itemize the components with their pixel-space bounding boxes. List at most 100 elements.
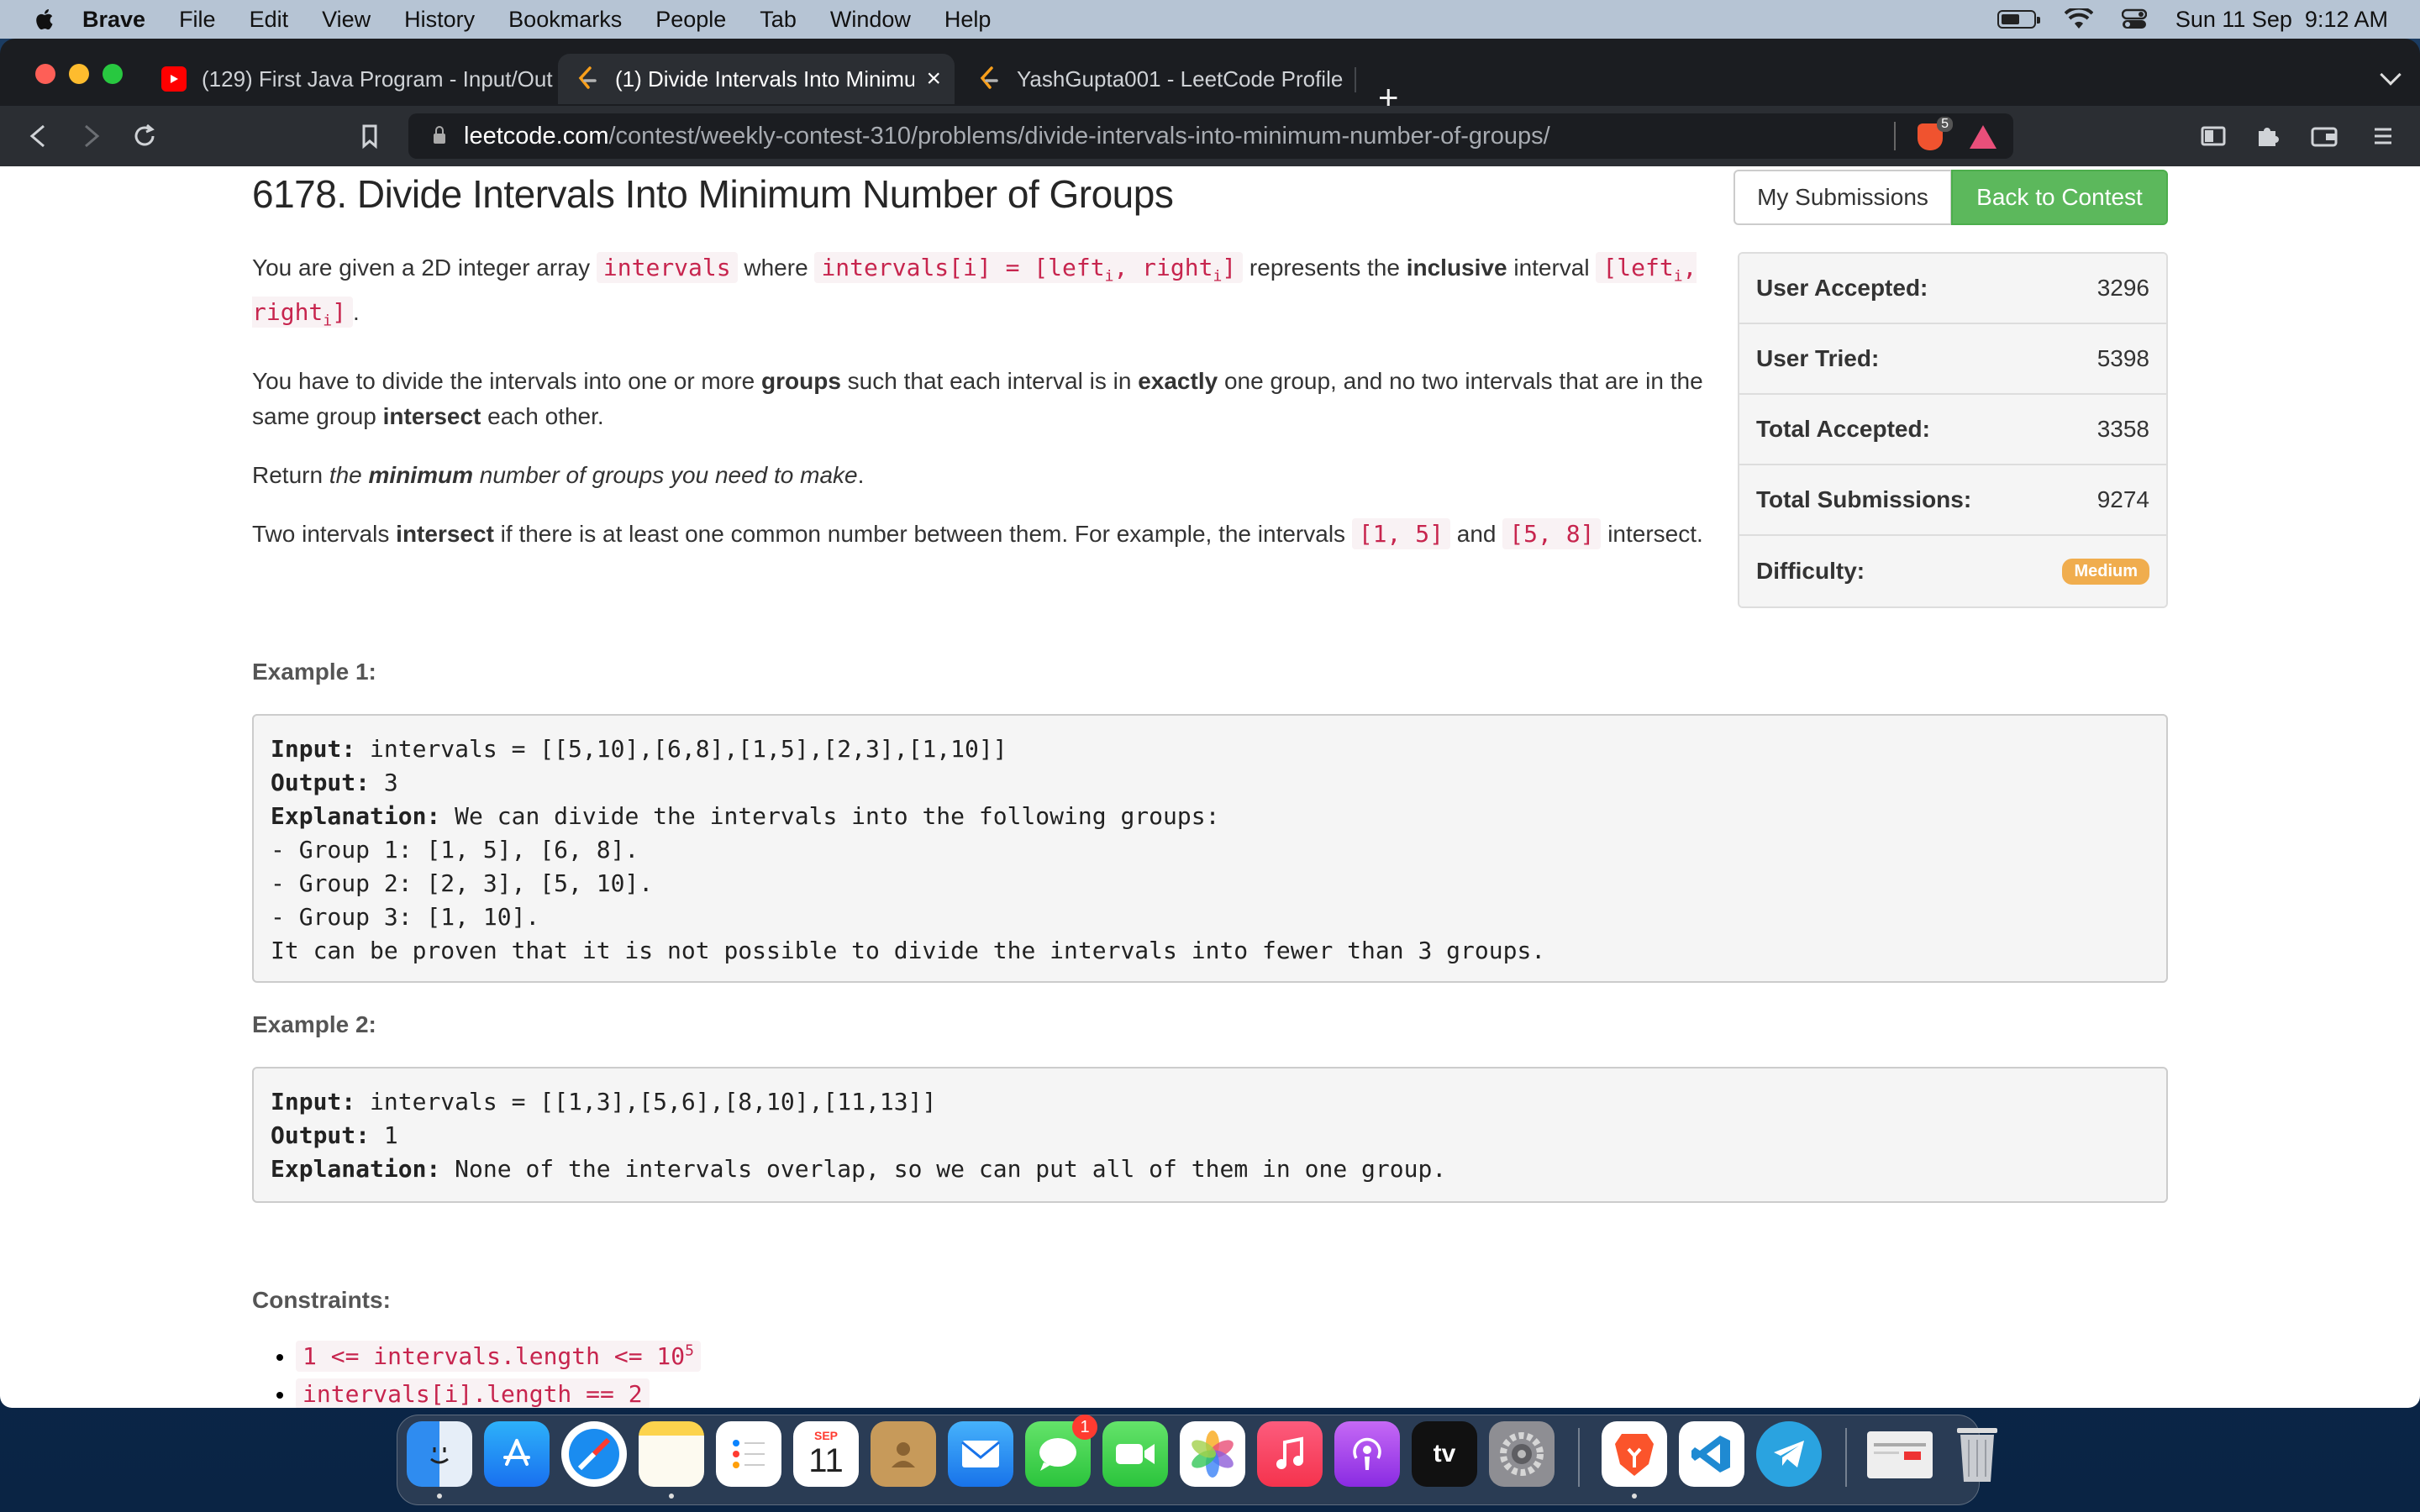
control-center-icon[interactable] — [2121, 8, 2147, 30]
constraint-item: intervals[i].length == 2 — [296, 1378, 701, 1408]
stat-label: User Tried: — [1756, 345, 1880, 371]
recent-document-thumbnail[interactable] — [1867, 1431, 1933, 1478]
youtube-icon — [161, 66, 187, 92]
menu-file[interactable]: File — [179, 7, 216, 33]
finder-icon[interactable] — [407, 1421, 472, 1487]
stat-label: User Accepted: — [1756, 275, 1928, 301]
calendar-day: 11 — [808, 1442, 844, 1479]
extensions-icon[interactable] — [2252, 121, 2282, 151]
browser-tab-bar: (129) First Java Program - Input/Output … — [0, 39, 2420, 115]
vscode-icon[interactable] — [1679, 1421, 1744, 1487]
tab-leetcode-problem[interactable]: (1) Divide Intervals Into Minimum × — [558, 54, 955, 104]
tab-youtube[interactable]: (129) First Java Program - Input/Output — [145, 54, 553, 104]
paragraph-4: Two intervals intersect if there is at l… — [252, 518, 1703, 550]
system-preferences-icon[interactable] — [1489, 1421, 1555, 1487]
apple-tv-label: tv — [1433, 1440, 1456, 1467]
page-content: 6178. Divide Intervals Into Minimum Numb… — [0, 166, 2420, 1408]
calendar-month: SEP — [813, 1429, 838, 1442]
apple-tv-icon[interactable]: tv — [1412, 1421, 1477, 1487]
problem-description: You are given a 2D integer array interva… — [252, 250, 1723, 575]
paragraph-1: You are given a 2D integer array interva… — [252, 252, 1697, 330]
close-tab-icon[interactable]: × — [926, 65, 941, 93]
menu-bar: Brave File Edit View History Bookmarks P… — [0, 0, 2420, 39]
app-store-icon[interactable] — [484, 1421, 550, 1487]
stat-value: 5398 — [2096, 345, 2149, 371]
brave-browser-icon[interactable] — [1602, 1421, 1667, 1487]
reminders-icon[interactable] — [716, 1421, 781, 1487]
inline-code: [1, 5] — [1351, 518, 1450, 550]
tab-separator — [1355, 67, 1356, 92]
paragraph-3: Return the minimum number of groups you … — [252, 462, 865, 489]
url-separator — [1894, 122, 1896, 150]
dock-running-indicator — [669, 1494, 674, 1499]
menubar-clock[interactable]: Sun 11 Sep 9:12 AM — [2175, 7, 2388, 33]
example-1-heading: Example 1: — [252, 659, 376, 685]
stat-row-user-accepted: User Accepted: 3296 — [1739, 254, 2166, 324]
difficulty-badge: Medium — [2062, 558, 2149, 585]
paragraph-2: You have to divide the intervals into on… — [252, 368, 1703, 430]
inline-code: intervals — [596, 252, 738, 283]
reload-icon[interactable] — [129, 121, 160, 151]
dock-divider — [1845, 1428, 1847, 1487]
calendar-icon[interactable]: SEP 11 — [793, 1421, 859, 1487]
mail-icon[interactable] — [948, 1421, 1013, 1487]
trash-icon[interactable] — [1944, 1421, 2010, 1487]
tab-title: YashGupta001 - LeetCode Profile — [1017, 66, 1344, 92]
window-close-button[interactable] — [35, 64, 55, 84]
menu-people[interactable]: People — [655, 7, 726, 33]
music-icon[interactable] — [1257, 1421, 1323, 1487]
menu-bookmarks[interactable]: Bookmarks — [508, 7, 622, 33]
podcasts-icon[interactable] — [1334, 1421, 1400, 1487]
problem-title: 6178. Divide Intervals Into Minimum Numb… — [252, 172, 1174, 216]
stat-label: Total Submissions: — [1756, 486, 1972, 512]
dock-divider — [1578, 1428, 1580, 1487]
facetime-icon[interactable] — [1102, 1421, 1168, 1487]
tab-title: (1) Divide Intervals Into Minimum — [615, 66, 915, 92]
safari-icon[interactable] — [561, 1421, 627, 1487]
menu-window[interactable]: Window — [830, 7, 911, 33]
menu-tab[interactable]: Tab — [760, 7, 797, 33]
apple-logo-icon[interactable] — [34, 8, 54, 31]
messages-icon[interactable]: 1 — [1025, 1415, 1097, 1487]
address-bar[interactable]: leetcode.com/contest/weekly-contest-310/… — [408, 113, 2013, 159]
notes-icon[interactable] — [639, 1421, 704, 1487]
inline-code: intervals[i] = [lefti, righti] — [814, 252, 1244, 286]
leetcode-icon — [575, 66, 600, 92]
photos-icon[interactable] — [1180, 1421, 1245, 1487]
back-to-contest-button[interactable]: Back to Contest — [1951, 170, 2168, 225]
tab-leetcode-profile[interactable]: YashGupta001 - LeetCode Profile — [960, 54, 1355, 104]
bookmark-icon[interactable] — [355, 121, 385, 151]
back-icon[interactable] — [24, 121, 54, 151]
messages-badge: 1 — [1072, 1415, 1097, 1440]
forward-icon[interactable] — [76, 121, 106, 151]
stats-panel: User Accepted: 3296 User Tried: 5398 Tot… — [1738, 252, 2168, 608]
menu-icon[interactable] — [2368, 121, 2398, 151]
window-zoom-button[interactable] — [103, 64, 123, 84]
brave-rewards-icon[interactable] — [1970, 125, 1996, 149]
battery-icon[interactable] — [1996, 10, 2040, 29]
my-submissions-button[interactable]: My Submissions — [1733, 170, 1952, 225]
menu-history[interactable]: History — [404, 7, 475, 33]
inline-code: [5, 8] — [1502, 518, 1602, 550]
telegram-icon[interactable] — [1756, 1421, 1822, 1487]
stat-row-total-submissions: Total Submissions: 9274 — [1739, 465, 2166, 536]
constraints-heading: Constraints: — [252, 1287, 391, 1313]
window-minimize-button[interactable] — [69, 64, 89, 84]
menu-edit[interactable]: Edit — [250, 7, 289, 33]
lock-icon[interactable] — [434, 126, 445, 144]
tab-list-chevron-icon[interactable] — [2380, 64, 2402, 86]
constraints-list: 1 <= intervals.length <= 105 intervals[i… — [296, 1341, 701, 1408]
contacts-icon[interactable] — [871, 1421, 936, 1487]
constraint-item: 1 <= intervals.length <= 105 — [296, 1341, 701, 1373]
url-text[interactable]: leetcode.com/contest/weekly-contest-310/… — [464, 123, 1550, 150]
menu-view[interactable]: View — [322, 7, 371, 33]
dock-running-indicator — [1632, 1494, 1637, 1499]
stat-row-user-tried: User Tried: 5398 — [1739, 324, 2166, 395]
menu-app-name[interactable]: Brave — [82, 7, 145, 33]
menu-help[interactable]: Help — [944, 7, 992, 33]
wallet-icon[interactable] — [2309, 121, 2339, 151]
wifi-icon[interactable] — [2064, 8, 2093, 30]
stat-row-total-accepted: Total Accepted: 3358 — [1739, 395, 2166, 465]
sidebar-icon[interactable] — [2198, 121, 2228, 151]
stat-value: 9274 — [2096, 486, 2149, 512]
